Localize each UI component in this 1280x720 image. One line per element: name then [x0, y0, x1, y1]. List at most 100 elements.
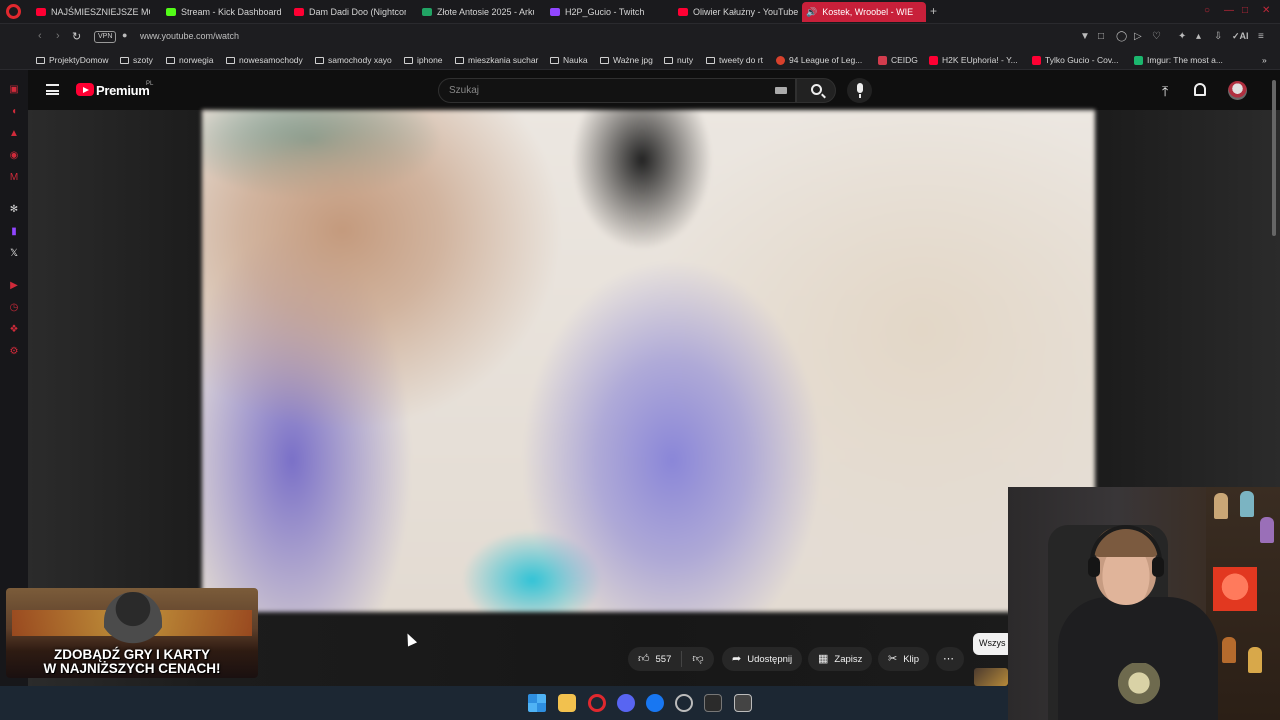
avatar[interactable] — [1228, 81, 1247, 100]
bookmark-link[interactable]: Imgur: The most a... — [1134, 55, 1223, 65]
url-field[interactable]: www.youtube.com/watch — [140, 31, 239, 41]
bookmark-link[interactable]: 94 League of Leg... — [776, 55, 862, 65]
speed-dial-icon[interactable]: ▣ — [8, 84, 20, 96]
save-button[interactable]: ▦ Zapisz — [808, 647, 873, 671]
messenger-icon[interactable]: ◉ — [8, 150, 20, 162]
discord-icon[interactable] — [617, 694, 635, 712]
shield-icon[interactable]: ◯ — [1116, 31, 1127, 42]
windows-start-icon[interactable] — [528, 694, 546, 712]
reload-icon[interactable]: ↻ — [72, 30, 81, 43]
opera-logo-icon[interactable] — [6, 4, 21, 19]
tab-5[interactable]: H2P_Gucio - Twitch — [546, 2, 660, 22]
youtube-logo-icon[interactable] — [76, 83, 94, 96]
filter-chip-all[interactable]: Wszys — [973, 633, 1013, 655]
tab-7-active[interactable]: 🔊 Kostek, Wroobel - WIE — [802, 2, 926, 22]
download-icon[interactable]: ⇩ — [1214, 31, 1222, 42]
more-bookmarks-icon[interactable]: » — [1262, 55, 1267, 65]
back-icon[interactable]: ‹ — [38, 30, 42, 42]
ad-overlay[interactable]: ZDOBĄDŹ GRY I KARTY W NAJNIŻSZYCH CENACH… — [6, 588, 258, 678]
file-explorer-icon[interactable] — [558, 694, 576, 712]
clip-button[interactable]: ✂ Klip — [878, 647, 930, 671]
figurine — [1240, 491, 1254, 517]
vpn-badge[interactable]: VPN — [94, 31, 117, 43]
history-icon[interactable]: ◷ — [8, 302, 20, 314]
tab-4[interactable]: Złote Antosie 2025 - Arku — [418, 2, 534, 22]
bookmark-folder[interactable]: samochody xayo — [315, 55, 392, 65]
extensions-icon[interactable]: ❖ — [8, 324, 20, 336]
bookmark-folder[interactable]: szoty — [120, 55, 153, 65]
bookmark-link[interactable]: CEIDG — [878, 55, 918, 65]
maximize-icon[interactable]: □ — [1242, 5, 1248, 16]
share-button[interactable]: ➦ Udostępnij — [722, 647, 803, 671]
search-input[interactable] — [439, 79, 759, 102]
forward-icon[interactable]: › — [56, 30, 60, 42]
scrollbar[interactable] — [1272, 80, 1276, 236]
search-button[interactable] — [796, 78, 836, 103]
player-icon[interactable]: ▶ — [8, 280, 20, 292]
facebook-icon[interactable] — [646, 694, 664, 712]
epic-games-icon[interactable] — [734, 694, 752, 712]
snapshot-icon[interactable]: □ — [1098, 31, 1104, 42]
settings-icon[interactable]: ⚙ — [8, 346, 20, 358]
hamburger-menu-icon[interactable] — [46, 84, 59, 95]
new-tab-button[interactable]: + — [930, 4, 937, 18]
terminal-icon[interactable] — [704, 694, 722, 712]
menu-icon[interactable]: ≡ — [1258, 31, 1264, 42]
play-icon[interactable]: ▷ — [1134, 31, 1142, 42]
bookmark-folder[interactable]: nuty — [664, 55, 693, 65]
pin-icon[interactable]: ▼ — [1080, 31, 1090, 42]
thumbs-up-icon[interactable]: 👍︎ — [638, 653, 650, 665]
bookmark-folder[interactable]: iphone — [404, 55, 443, 65]
youtube-icon — [36, 8, 46, 16]
opera-icon[interactable] — [588, 694, 606, 712]
voice-search-icon[interactable] — [847, 78, 872, 103]
kick-icon — [166, 8, 176, 16]
tab-2[interactable]: Stream - Kick Dashboard — [162, 2, 282, 22]
aria-icon[interactable]: ◖ — [8, 106, 20, 118]
like-divider — [681, 651, 683, 667]
tab-1[interactable]: NAJŚMIESZNIEJSZE MOM — [32, 2, 150, 22]
chatgpt-icon[interactable]: ✻ — [8, 204, 20, 216]
folder-icon — [706, 56, 715, 64]
lock-icon[interactable]: ● — [122, 30, 127, 40]
close-icon[interactable]: ✕ — [1262, 5, 1270, 16]
minimize-icon[interactable]: — — [1224, 5, 1234, 16]
heart-icon[interactable]: ♡ — [1152, 31, 1161, 42]
twitch-icon[interactable]: ▮ — [8, 226, 20, 238]
video-player[interactable] — [202, 110, 1095, 612]
thumbs-down-icon[interactable]: 👎︎ — [692, 653, 703, 665]
bookmark-folder[interactable]: tweety do rt — [706, 55, 763, 65]
notifications-bell-icon[interactable] — [1194, 83, 1206, 96]
bookmarks-bar: ProjektyDomow szoty norwegia nowesamocho… — [0, 50, 1280, 70]
folder-icon — [550, 56, 559, 64]
bookmark-folder[interactable]: Ważne jpg — [600, 55, 653, 65]
search-box — [438, 78, 796, 103]
bookmark-folder[interactable]: Nauka — [550, 55, 588, 65]
like-count[interactable]: 557 — [656, 654, 672, 665]
bookmark-folder[interactable]: mieszkania suchar — [455, 55, 538, 65]
recommended-video-thumbnail[interactable] — [974, 668, 1008, 686]
ai-icon[interactable]: ✓AI — [1232, 31, 1249, 42]
wallet-icon[interactable]: ▴ — [1196, 31, 1201, 42]
more-actions-button[interactable]: ⋯ — [936, 647, 964, 671]
bookmark-folder[interactable]: ProjektyDomow — [36, 55, 109, 65]
keyboard-icon[interactable] — [775, 87, 787, 94]
bookmark-folder[interactable]: nowesamochody — [226, 55, 303, 65]
twitch-icon — [550, 8, 560, 16]
x-icon[interactable]: 𝕏 — [8, 248, 20, 260]
hoodie-print — [1110, 663, 1168, 713]
tab-6[interactable]: Oliwier Kałużny - YouTube — [674, 2, 798, 22]
steam-icon[interactable] — [675, 694, 693, 712]
premium-logo-text[interactable]: Premium — [96, 83, 150, 98]
bookmark-folder[interactable]: norwegia — [166, 55, 214, 65]
crypto-wallet-icon[interactable]: ▲ — [8, 128, 20, 140]
extensions-icon[interactable]: ✦ — [1178, 31, 1186, 42]
upload-icon[interactable]: ⤒ — [1162, 83, 1168, 100]
bookmark-link[interactable]: Tylko Gucio - Cov... — [1032, 55, 1119, 65]
search-tabs-icon[interactable]: ○ — [1204, 5, 1210, 16]
poster-image — [1213, 567, 1257, 611]
bookmark-link[interactable]: H2K EUphoria! - Y... — [929, 55, 1018, 65]
tab-3[interactable]: Dam Dadi Doo (Nightcore — [290, 2, 406, 22]
gmail-icon[interactable]: M — [8, 172, 20, 184]
figurine — [1222, 637, 1236, 663]
